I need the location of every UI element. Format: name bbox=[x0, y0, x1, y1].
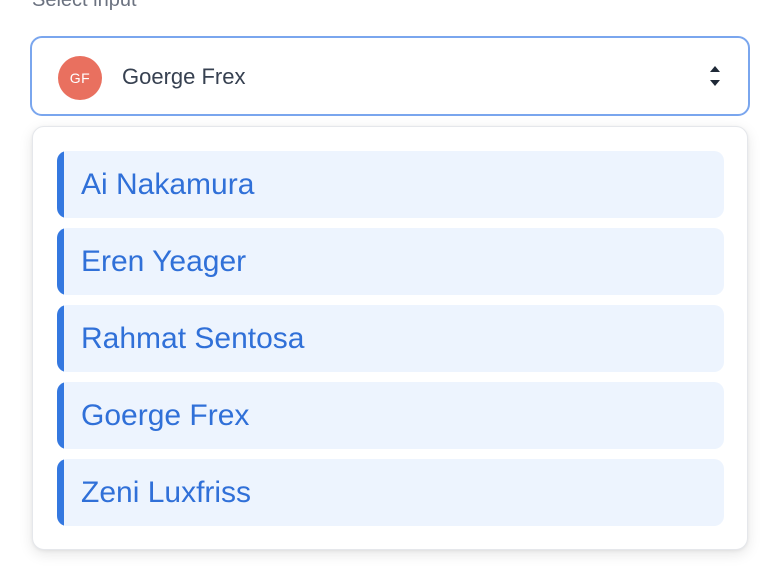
select-input-demo: Select input GF Goerge Frex Ai Nakamura … bbox=[0, 0, 780, 576]
option-accent-bar bbox=[57, 228, 64, 295]
option-ai-nakamura[interactable]: Ai Nakamura bbox=[57, 151, 724, 218]
select-input[interactable]: GF Goerge Frex bbox=[30, 36, 750, 116]
option-rahmat-sentosa[interactable]: Rahmat Sentosa bbox=[57, 305, 724, 372]
dropdown-menu: Ai Nakamura Eren Yeager Rahmat Sentosa G… bbox=[32, 126, 748, 550]
field-label: Select input bbox=[32, 0, 137, 11]
option-label: Goerge Frex bbox=[81, 399, 250, 432]
option-accent-bar bbox=[57, 305, 64, 372]
option-label: Eren Yeager bbox=[81, 245, 247, 278]
avatar: GF bbox=[58, 56, 102, 100]
option-label: Ai Nakamura bbox=[81, 168, 255, 201]
option-goerge-frex[interactable]: Goerge Frex bbox=[57, 382, 724, 449]
option-label: Rahmat Sentosa bbox=[81, 322, 305, 355]
chevron-up-down-icon bbox=[710, 66, 720, 86]
option-label: Zeni Luxfriss bbox=[81, 476, 252, 509]
option-accent-bar bbox=[57, 459, 64, 526]
option-eren-yeager[interactable]: Eren Yeager bbox=[57, 228, 724, 295]
selected-value: Goerge Frex bbox=[122, 64, 246, 89]
option-accent-bar bbox=[57, 151, 64, 218]
option-accent-bar bbox=[57, 382, 64, 449]
option-zeni-luxfriss[interactable]: Zeni Luxfriss bbox=[57, 459, 724, 526]
